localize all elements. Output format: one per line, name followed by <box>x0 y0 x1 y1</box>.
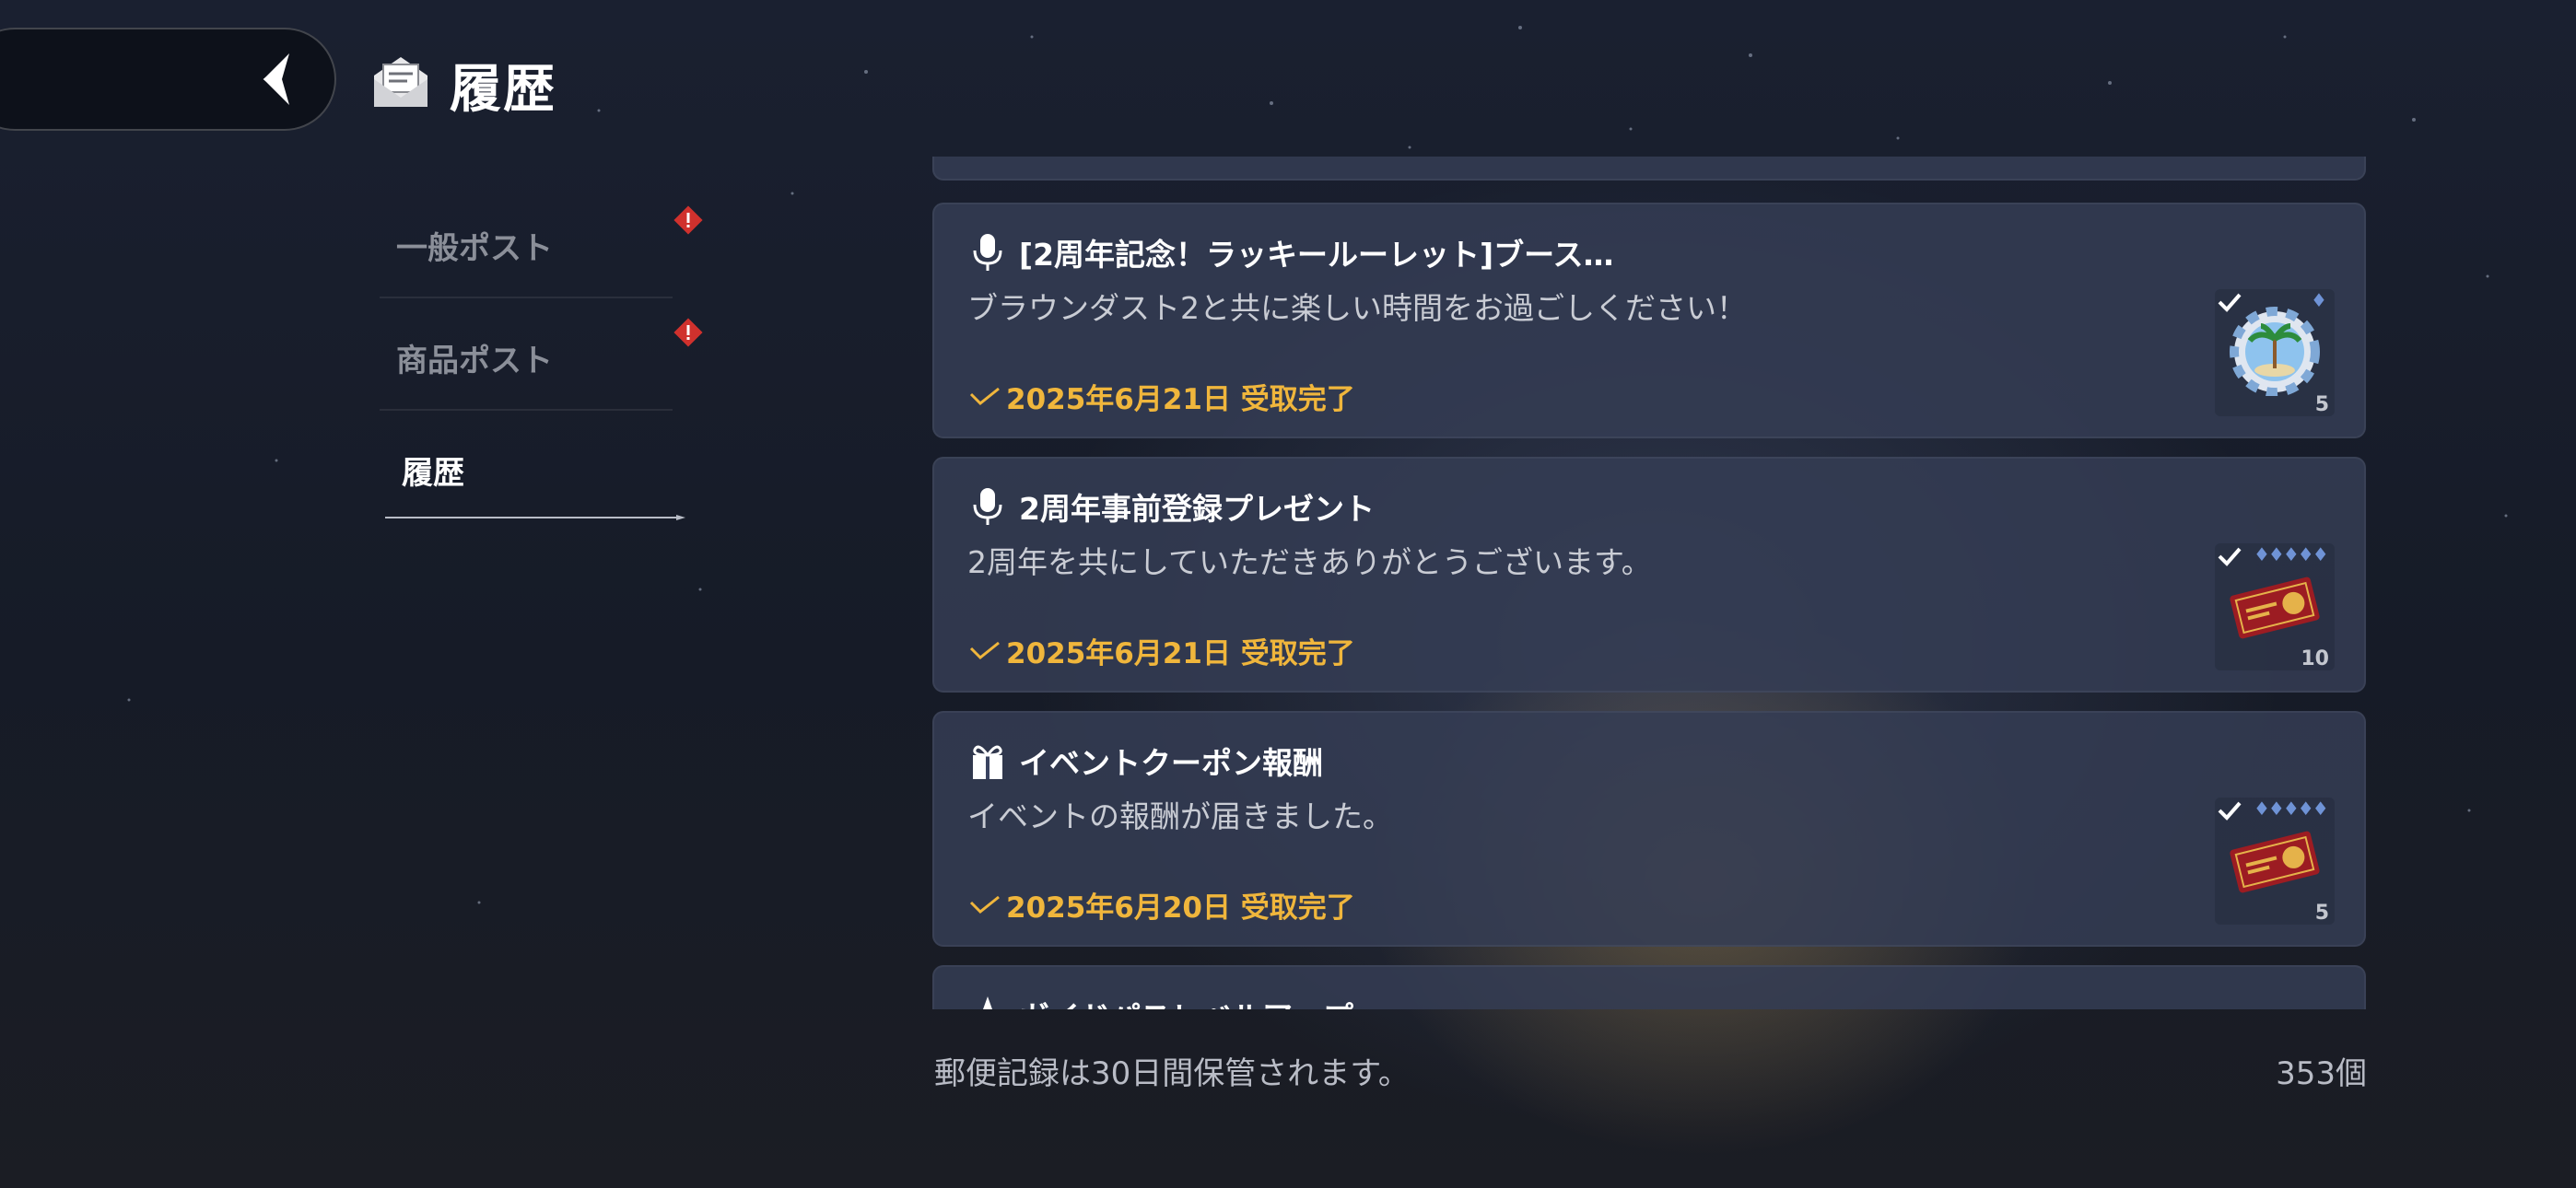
mail-date: 2025年6月20日 受取完了 <box>1006 891 1355 925</box>
claimed-check-icon <box>2218 547 2242 566</box>
tab-history[interactable]: 履歴 <box>380 413 685 523</box>
mail-title: イベントクーポン報酬 <box>1019 745 1323 781</box>
tab-label: 履歴 <box>402 455 464 492</box>
reward-count: 5 <box>2314 393 2329 416</box>
mail-card-partial <box>932 157 2366 181</box>
gift-icon <box>973 745 1002 779</box>
reward-count: 10 <box>2301 647 2329 670</box>
alert-badge-icon <box>673 318 703 347</box>
tab-product-post[interactable]: 商品ポスト <box>380 300 703 411</box>
mail-status: 2025年6月20日 受取完了 <box>969 884 1355 926</box>
mail-date: 2025年6月21日 受取完了 <box>1006 383 1355 416</box>
claimed-check-icon <box>2218 801 2242 821</box>
chevron-left-icon[interactable] <box>256 50 300 109</box>
tab-divider <box>380 297 673 298</box>
mail-date: 2025年6月21日 受取完了 <box>1006 637 1355 670</box>
mail-count: 353個 <box>2276 1055 2367 1092</box>
history-screen: 履歴 一般ポスト 商品ポスト 履歴 [2周年記念！ラッキールーレット]ブース… … <box>0 0 2576 1188</box>
microphone-icon <box>973 234 1002 271</box>
retention-note: 郵便記録は30日間保管されます。 <box>934 1055 1410 1092</box>
tab-label: 商品ポスト <box>396 343 553 379</box>
mail-body: 2周年を共にしていただきありがとうございます。 <box>967 544 1652 580</box>
mail-title: 2周年事前登録プレゼント <box>1019 491 1375 527</box>
reward-count: 5 <box>2314 902 2329 925</box>
mail-status: 2025年6月21日 受取完了 <box>969 376 1355 417</box>
mail-title: ガイドパスレベルアップ <box>1019 993 1353 1009</box>
mail-body: ブラウンダスト2と共に楽しい時間をお過ごしください！ <box>967 290 1747 326</box>
microphone-icon <box>973 488 1002 525</box>
rarity-gems: ♦♦♦♦♦ <box>2254 543 2329 565</box>
mail-body: イベントの報酬が届きました。 <box>967 798 1393 834</box>
alert-badge-icon <box>673 205 703 235</box>
mail-card[interactable]: ガイドパスレベルアップ <box>932 965 2366 1009</box>
mail-card[interactable]: 2周年事前登録プレゼント 2周年を共にしていただきありがとうございます。 202… <box>932 457 2366 693</box>
rarity-gems: ♦ <box>2311 289 2327 311</box>
mail-list[interactable]: [2周年記念！ラッキールーレット]ブース… ブラウンダスト2と共に楽しい時間をお… <box>932 157 2368 1009</box>
check-icon <box>969 387 1000 406</box>
claimed-check-icon <box>2218 293 2242 312</box>
tab-divider <box>380 409 673 411</box>
tab-general-post[interactable]: 一般ポスト <box>380 188 703 298</box>
check-icon <box>969 895 1000 914</box>
mail-card[interactable]: イベントクーポン報酬 イベントの報酬が届きました。 2025年6月20日 受取完… <box>932 711 2366 947</box>
rarity-gems: ♦♦♦♦♦ <box>2254 798 2329 820</box>
mail-card[interactable]: [2周年記念！ラッキールーレット]ブース… ブラウンダスト2と共に楽しい時間をお… <box>932 203 2366 438</box>
mail-icon <box>374 57 427 107</box>
page-title: 履歴 <box>450 60 556 120</box>
mail-title: [2周年記念！ラッキールーレット]ブース… <box>1019 237 1614 273</box>
mail-status: 2025年6月21日 受取完了 <box>969 630 1355 671</box>
tab-label: 一般ポスト <box>396 230 553 267</box>
star-icon <box>970 996 1005 1009</box>
active-tab-underline <box>385 515 685 520</box>
check-icon <box>969 641 1000 660</box>
